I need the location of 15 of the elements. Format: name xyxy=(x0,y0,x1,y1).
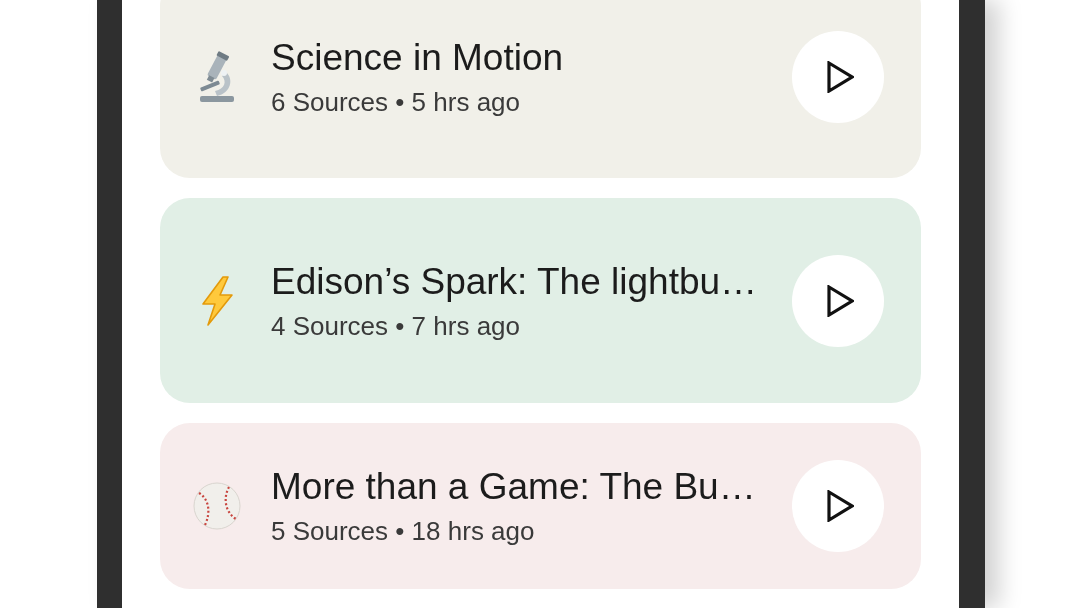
episode-title: More than a Game: The Bu… xyxy=(271,465,756,509)
episode-details: 6 Sources • 5 hrs ago xyxy=(271,86,521,118)
play-icon xyxy=(826,61,854,93)
baseball-icon xyxy=(193,482,241,530)
episode-card[interactable]: Science in Motion 6 Sources • 5 hrs ago xyxy=(160,0,921,178)
play-icon xyxy=(826,284,854,317)
microscope-icon xyxy=(197,51,237,103)
episode-title: Science in Motion xyxy=(271,36,564,80)
play-icon xyxy=(826,490,854,522)
episode-title: Edison’s Spark: The lightbu… xyxy=(271,259,758,304)
episode-details: 4 Sources • 7 hrs ago xyxy=(271,309,521,342)
lightning-icon xyxy=(199,275,235,326)
episode-card[interactable]: Edison’s Spark: The lightbu… 4 Sources • 7 hrs ago xyxy=(160,198,921,403)
episode-details: 5 Sources • 18 hrs ago xyxy=(271,515,535,547)
episode-card[interactable]: More than a Game: The Bu… 5 Sources • 18 hrs ago xyxy=(160,423,921,589)
